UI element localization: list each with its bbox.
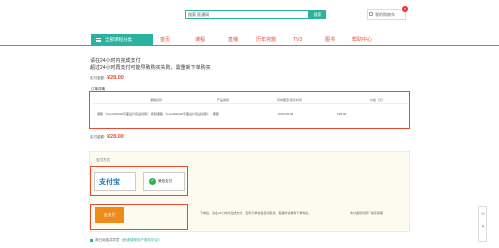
site-header: 搜索 医通网 搜索 我的购物车 0 [0, 0, 499, 28]
nav-item-help[interactable]: 帮助中心 [352, 34, 372, 46]
table-row: 课程 《CorelDRAW平面设计实战训练》 视频课程 《CorelDRAW平面… [92, 111, 408, 118]
order-item-name: 课程 《CorelDRAW平面设计实战训练》 视频课程 《CorelDRAW平面… [97, 112, 219, 116]
back-to-top-icon[interactable]: ▲ [480, 221, 486, 231]
main-nav: 全部课程分类 首页 课程 直播 历年完题 TV3 图书 帮助中心 [0, 34, 499, 46]
amount-label-2: 实付金额: [90, 135, 105, 139]
category-menu-label: 全部课程分类 [105, 37, 132, 42]
alipay-option[interactable]: 支付宝 [94, 172, 136, 191]
col-header-validity: 有效期至/延长时间 [277, 98, 302, 102]
nav-item-tv3[interactable]: TV3 [293, 34, 302, 46]
wechat-check-icon: ✓ [149, 178, 156, 185]
nav-item-past-exams[interactable]: 历年完题 [256, 34, 276, 46]
cart-label: 我的购物车 [375, 12, 395, 17]
cart-count-badge: 0 [402, 6, 408, 12]
payment-method-title: 支付方式 [96, 158, 110, 162]
nav-item-courses[interactable]: 课程 [195, 34, 205, 46]
alipay-logo: 支付宝 [99, 178, 120, 186]
order-item-date: 2020-05-06 [278, 112, 294, 116]
menu-icon [96, 38, 101, 42]
nav-item-home[interactable]: 首页 [160, 34, 170, 46]
wechat-pay-option[interactable]: ✓ 微信支付 [143, 172, 185, 191]
cart-icon [369, 12, 373, 16]
wechat-pay-label: 微信支付 [158, 179, 172, 183]
side-float-toolbar: ☏ ▲ [478, 206, 487, 242]
category-menu-button[interactable]: 全部课程分类 [91, 34, 153, 46]
order-table-header: 课程名称 产品类型 有效期至/延长时间 价格（元） [92, 97, 408, 104]
nav-item-live[interactable]: 直播 [228, 34, 238, 46]
col-header-price: 价格（元） [370, 98, 386, 102]
col-header-type: 产品类型 [217, 98, 230, 102]
col-header-name: 课程名称 [150, 98, 163, 102]
pay-button[interactable]: 去支付 [95, 207, 124, 223]
search-button[interactable]: 搜索 [309, 10, 326, 19]
order-item-price: ¥28.00 [337, 112, 347, 116]
agreement-text: 我已阅读并同意 [95, 238, 120, 242]
payment-notice-line1: 请在24小时内完成支付 [90, 58, 141, 64]
agreement-link[interactable]: 《医通课程用户服务协议》 [120, 238, 162, 242]
search-input[interactable]: 搜索 医通网 [188, 11, 306, 18]
amount-label: 实付金额: [90, 76, 105, 80]
agreement-checkbox[interactable] [90, 238, 93, 242]
search-box[interactable]: 搜索 医通网 [185, 10, 309, 19]
payment-notice-line2: 超过24小时再支付可能导致购买失败，需重新下单购买 [90, 65, 211, 71]
payment-tip: 下单后，请在24小时内完成支付，否则订单将会自动取消，若超时请重新下单购买。 [200, 211, 312, 215]
amount-row-bottom: 实付金额: ¥28.00 [90, 134, 124, 141]
agreement-row: 我已阅读并同意《医通课程用户服务协议》 [90, 238, 162, 243]
chat-icon[interactable]: ☏ [480, 209, 486, 219]
amount-row-top: 实付金额: ¥28.00 [90, 75, 124, 82]
amount-value: ¥28.00 [106, 75, 124, 81]
payment-help-link[interactable]: 支付遇到问题？联系客服 [350, 211, 383, 215]
cart-button[interactable]: 我的购物车 0 [367, 6, 408, 20]
amount-value-2: ¥28.00 [106, 134, 124, 140]
nav-item-books[interactable]: 图书 [325, 34, 335, 46]
